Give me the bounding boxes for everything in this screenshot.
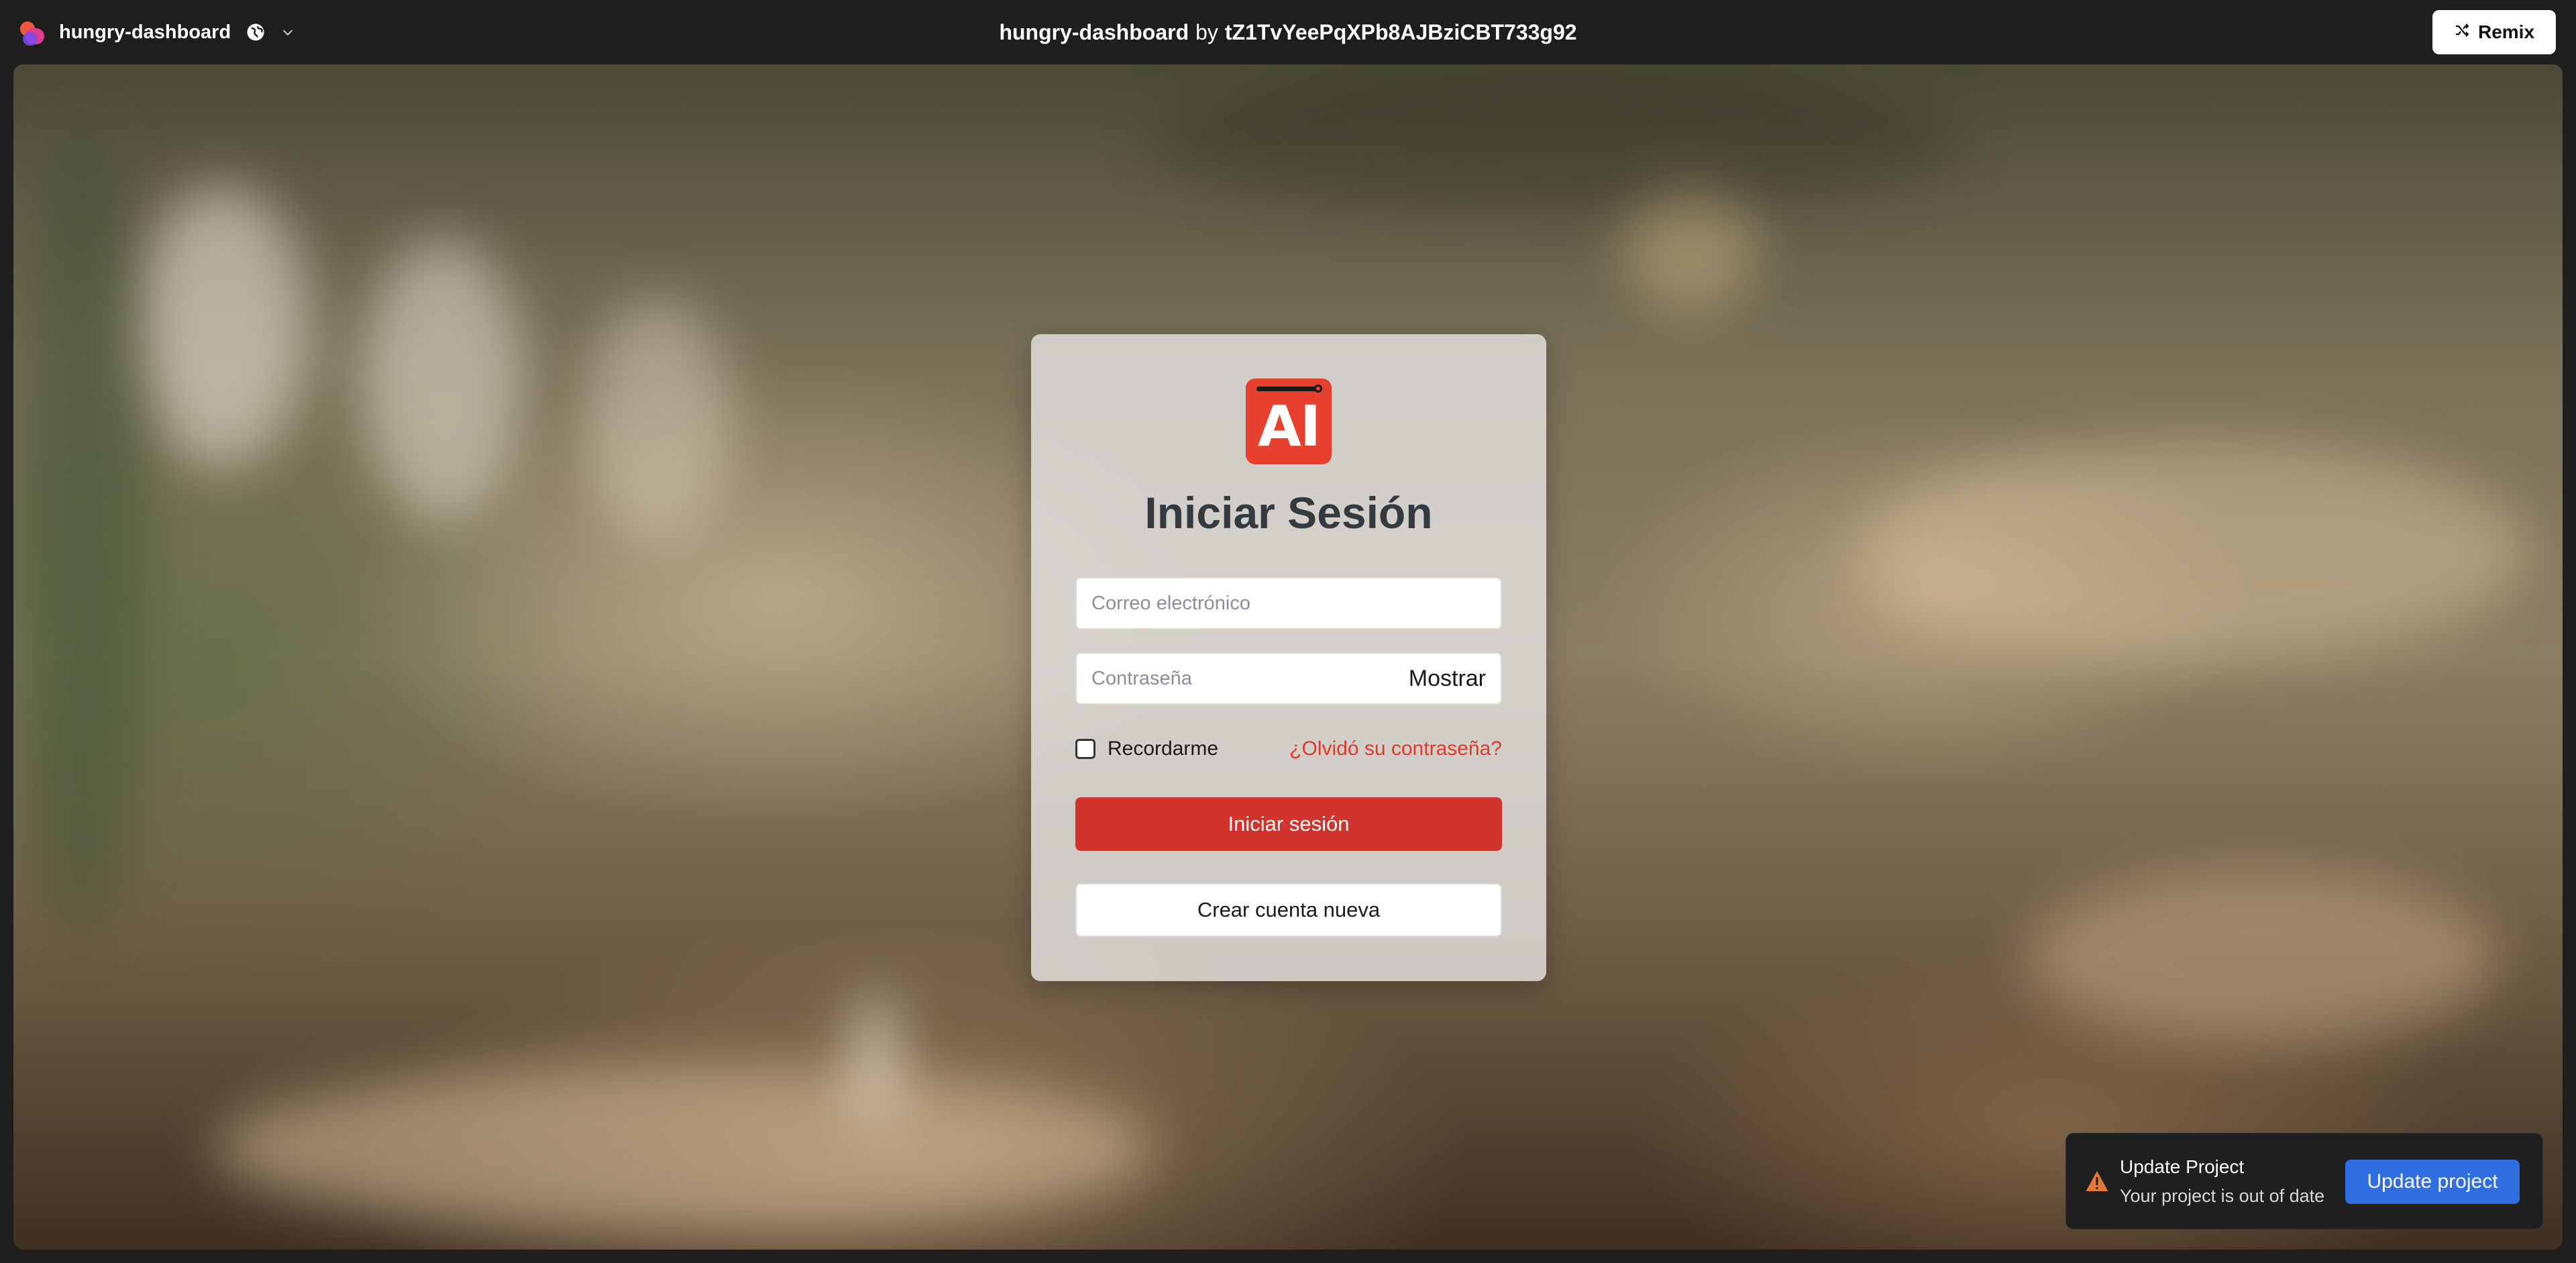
remember-checkbox[interactable] — [1075, 739, 1095, 759]
remix-button[interactable]: Remix — [2432, 10, 2556, 54]
remember-row: Recordarme ¿Olvidó su contraseña? — [1075, 732, 1502, 766]
remember-me[interactable]: Recordarme — [1075, 738, 1218, 760]
show-password-button[interactable]: Mostrar — [1409, 666, 1486, 692]
warning-icon — [2085, 1170, 2109, 1196]
update-toast: Update Project Your project is out of da… — [2065, 1133, 2543, 1229]
toast-message: Your project is out of date — [2120, 1186, 2325, 1206]
update-project-button[interactable]: Update project — [2345, 1160, 2520, 1204]
remix-label: Remix — [2477, 21, 2535, 42]
background-table — [2026, 870, 2496, 1044]
background-light — [362, 239, 523, 521]
password-field[interactable]: Contraseña Mostrar — [1075, 652, 1502, 705]
forgot-password-link[interactable]: ¿Olvidó su contraseña? — [1289, 738, 1502, 760]
background-table — [215, 1064, 1154, 1232]
title-owner-id: tZ1TvYeePqXPb8AJBziCBT733g92 — [1224, 19, 1577, 44]
background-plants — [13, 132, 148, 937]
top-bar: hungry-dashboard hungry-dashboard by tZ1… — [0, 0, 2576, 64]
background-light — [584, 299, 731, 541]
title-by: by — [1195, 19, 1218, 44]
logo-dot — [1314, 385, 1322, 393]
logo-text: AI — [1257, 393, 1321, 459]
login-card: AI Iniciar Sesión Correo electrónico Con… — [1031, 334, 1546, 981]
title-project-name: hungry-dashboard — [999, 19, 1189, 44]
background-shelf — [1858, 440, 2529, 662]
remember-label[interactable]: Recordarme — [1108, 738, 1218, 760]
page-title: hungry-dashboard by tZ1TvYeePqXPb8AJBziC… — [0, 0, 2576, 64]
toast-title: Update Project — [2120, 1156, 2245, 1177]
email-placeholder: Correo electrónico — [1091, 592, 1250, 614]
login-button[interactable]: Iniciar sesión — [1075, 797, 1502, 851]
logo-bar — [1256, 387, 1321, 391]
background-light — [134, 185, 309, 467]
background-ceiling — [1154, 64, 1959, 212]
background-candle — [852, 991, 899, 1125]
password-placeholder: Contraseña — [1091, 667, 1192, 689]
email-field[interactable]: Correo electrónico — [1075, 577, 1502, 629]
create-account-button[interactable]: Crear cuenta nueva — [1075, 883, 1502, 937]
ai-logo: AI — [1246, 378, 1332, 464]
login-title: Iniciar Sesión — [1144, 488, 1433, 538]
shuffle-icon — [2454, 21, 2470, 43]
